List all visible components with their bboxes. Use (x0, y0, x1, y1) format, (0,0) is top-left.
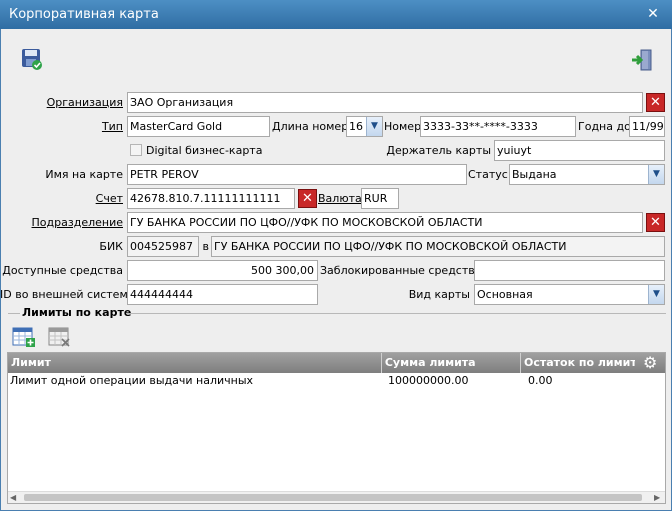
numlen-label: Длина номера (272, 120, 355, 133)
org-field[interactable]: ЗАО Организация (127, 92, 643, 113)
window-title: Корпоративная карта (9, 7, 159, 22)
blocked-label: Заблокированные средства (320, 264, 482, 277)
title-bar: Корпоративная карта (0, 0, 672, 29)
limits-section-title: Лимиты по карте (22, 306, 132, 319)
valid-field[interactable]: 11/99 (629, 116, 665, 137)
scroll-left-arrow-icon[interactable]: ◀ (10, 493, 19, 502)
type-label[interactable]: Тип (60, 117, 123, 137)
grid-settings-icon[interactable]: ⚙ (635, 353, 665, 373)
avail-field[interactable]: 500 300,00 (127, 260, 318, 281)
status-dropdown-icon[interactable]: ▼ (648, 165, 664, 184)
scroll-right-arrow-icon[interactable]: ▶ (654, 493, 663, 502)
col-header-limit[interactable]: Лимит (8, 353, 382, 373)
org-clear-button[interactable]: ✕ (646, 93, 665, 112)
bank-field: ГУ БАНКА РОССИИ ПО ЦФО//УФК ПО МОСКОВСКО… (211, 236, 665, 257)
cell-rest: 0.00 (528, 374, 553, 387)
section-divider-left (8, 313, 20, 314)
add-limit-icon[interactable] (12, 326, 36, 348)
holder-label: Держатель карты (386, 144, 491, 157)
cardkind-value: Основная (477, 288, 533, 301)
currency-field[interactable]: RUR (361, 188, 399, 209)
delete-limit-icon[interactable] (48, 326, 72, 348)
blocked-field[interactable] (474, 260, 665, 281)
number-field[interactable]: 3333-33**-****-3333 (420, 116, 576, 137)
holder-field[interactable]: yuiuyt (494, 140, 665, 161)
digital-checkbox[interactable] (130, 144, 142, 156)
type-field[interactable]: MasterCard Gold (127, 116, 270, 137)
horizontal-scrollbar[interactable]: ◀ ▶ (8, 491, 665, 503)
in-label: в (202, 240, 209, 253)
close-button[interactable]: ✕ (644, 5, 662, 23)
division-clear-button[interactable]: ✕ (646, 213, 665, 232)
number-label: Номер (384, 120, 422, 133)
name-field[interactable]: PETR PEROV (127, 164, 467, 185)
division-label[interactable]: Подразделение (10, 213, 123, 233)
account-clear-button[interactable]: ✕ (298, 189, 317, 208)
scrollbar-thumb[interactable] (24, 494, 642, 501)
cardkind-select[interactable]: Основная ▼ (474, 284, 665, 305)
extid-label: ID во внешней системе (0, 288, 135, 301)
cell-amount: 100000000.00 (388, 374, 469, 387)
avail-label: Доступные средства (2, 264, 123, 277)
cardkind-dropdown-icon[interactable]: ▼ (648, 285, 664, 304)
save-floppy-icon[interactable] (20, 47, 44, 71)
status-select[interactable]: Выдана ▼ (509, 164, 665, 185)
currency-label[interactable]: Валюта (318, 189, 362, 209)
division-field[interactable]: ГУ БАНКА РОССИИ ПО ЦФО//УФК ПО МОСКОВСКО… (127, 212, 643, 233)
account-field[interactable]: 42678.810.7.11111111111 (127, 188, 295, 209)
valid-label: Годна до (578, 120, 631, 133)
cardkind-label: Вид карты (408, 288, 470, 301)
numlen-dropdown-icon[interactable]: ▼ (366, 117, 382, 136)
col-header-amount[interactable]: Сумма лимита (382, 353, 521, 373)
account-label[interactable]: Счет (60, 189, 123, 209)
name-label: Имя на карте (45, 168, 123, 181)
limits-grid: Лимит Сумма лимита Остаток по лимиту ⚙ Л… (7, 352, 666, 504)
numlen-value: 16 (349, 120, 363, 133)
org-label[interactable]: Организация (10, 93, 123, 113)
bik-label: БИК (99, 240, 123, 253)
digital-label: Digital бизнес-карта (146, 144, 263, 157)
exit-door-icon[interactable] (630, 48, 654, 72)
grid-header: Лимит Сумма лимита Остаток по лимиту ⚙ (8, 353, 665, 373)
section-divider-right (126, 313, 666, 314)
cell-limit: Лимит одной операции выдачи наличных (10, 374, 254, 387)
status-label: Статус (468, 168, 508, 181)
extid-field[interactable]: 444444444 (127, 284, 318, 305)
table-row[interactable]: Лимит одной операции выдачи наличных 100… (8, 373, 665, 389)
bik-field: 004525987 (127, 236, 199, 257)
col-header-rest[interactable]: Остаток по лимиту (521, 353, 635, 373)
numlen-select[interactable]: 16 ▼ (346, 116, 383, 137)
status-value: Выдана (512, 168, 557, 181)
